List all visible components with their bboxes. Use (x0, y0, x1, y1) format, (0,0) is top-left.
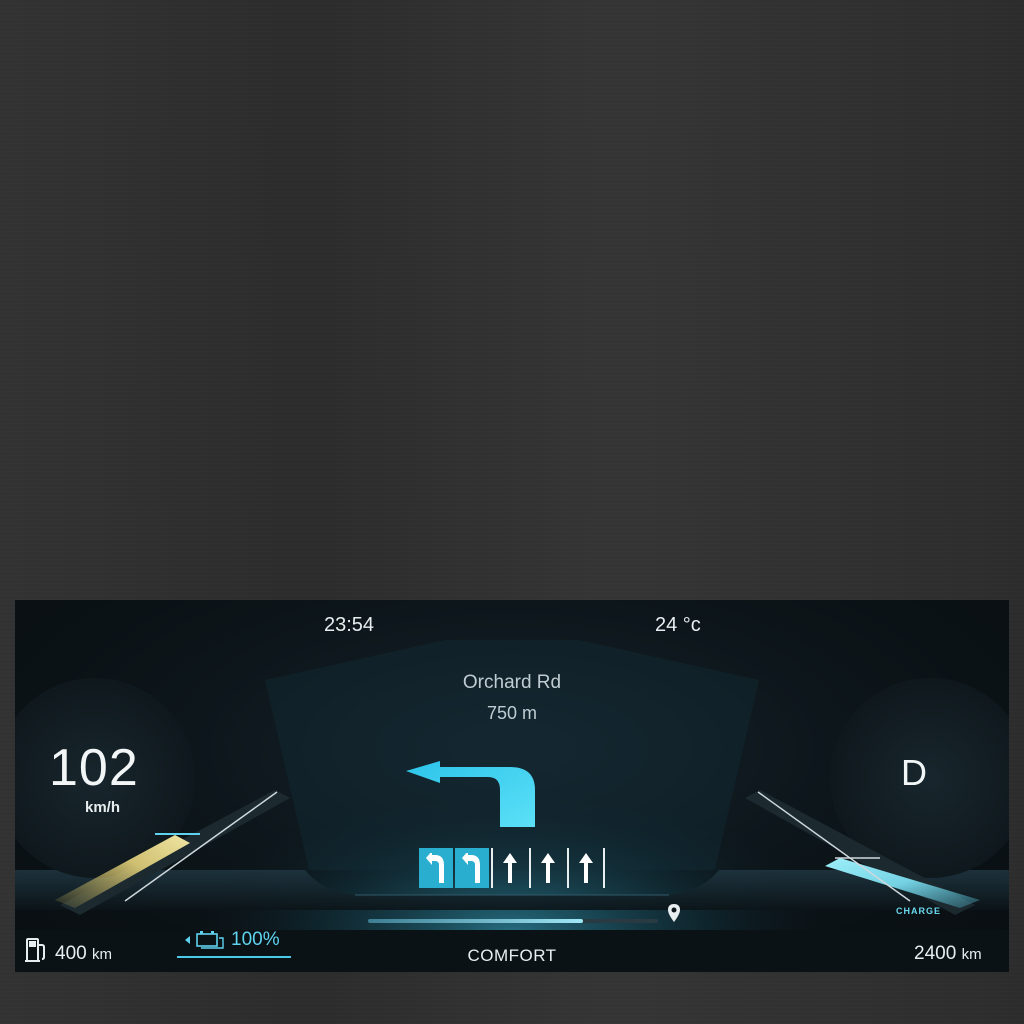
destination-pin-icon (668, 904, 680, 922)
turn-left-arrow-icon (426, 853, 444, 883)
charge-label: CHARGE (896, 906, 942, 916)
straight-arrow-icon (579, 853, 593, 883)
lane-guidance (419, 848, 607, 888)
speed-value: 102 (49, 739, 139, 797)
turn-left-arrow-icon (462, 853, 480, 883)
total-range-value: 2400 (914, 943, 957, 964)
instrument-cluster: 23:54 24 °c Orchard Rd 750 m 102 km/h D … (15, 600, 1009, 972)
turn-left-arrow-icon (406, 761, 535, 827)
lane-3 (491, 848, 527, 888)
next-street-name: Orchard Rd (462, 672, 562, 693)
speed-unit: km/h (85, 799, 121, 816)
right-charge-gauge (745, 790, 980, 915)
gear-indicator: D (901, 752, 927, 793)
outside-temperature: 24 °c (655, 614, 701, 636)
lane-2 (455, 848, 489, 888)
drive-mode[interactable]: COMFORT (15, 946, 1009, 966)
straight-arrow-icon (541, 853, 555, 883)
straight-arrow-icon (503, 853, 517, 883)
clock: 23:54 (324, 614, 375, 636)
lane-5 (567, 848, 605, 888)
total-range: 2400 km (914, 943, 982, 965)
distance-to-turn: 750 m (486, 703, 538, 723)
left-power-gauge (55, 790, 290, 915)
total-range-unit: km (961, 946, 982, 963)
route-progress-bar (368, 919, 658, 923)
route-progress-fill (368, 919, 583, 923)
lane-1 (419, 848, 453, 888)
lane-4 (529, 848, 565, 888)
